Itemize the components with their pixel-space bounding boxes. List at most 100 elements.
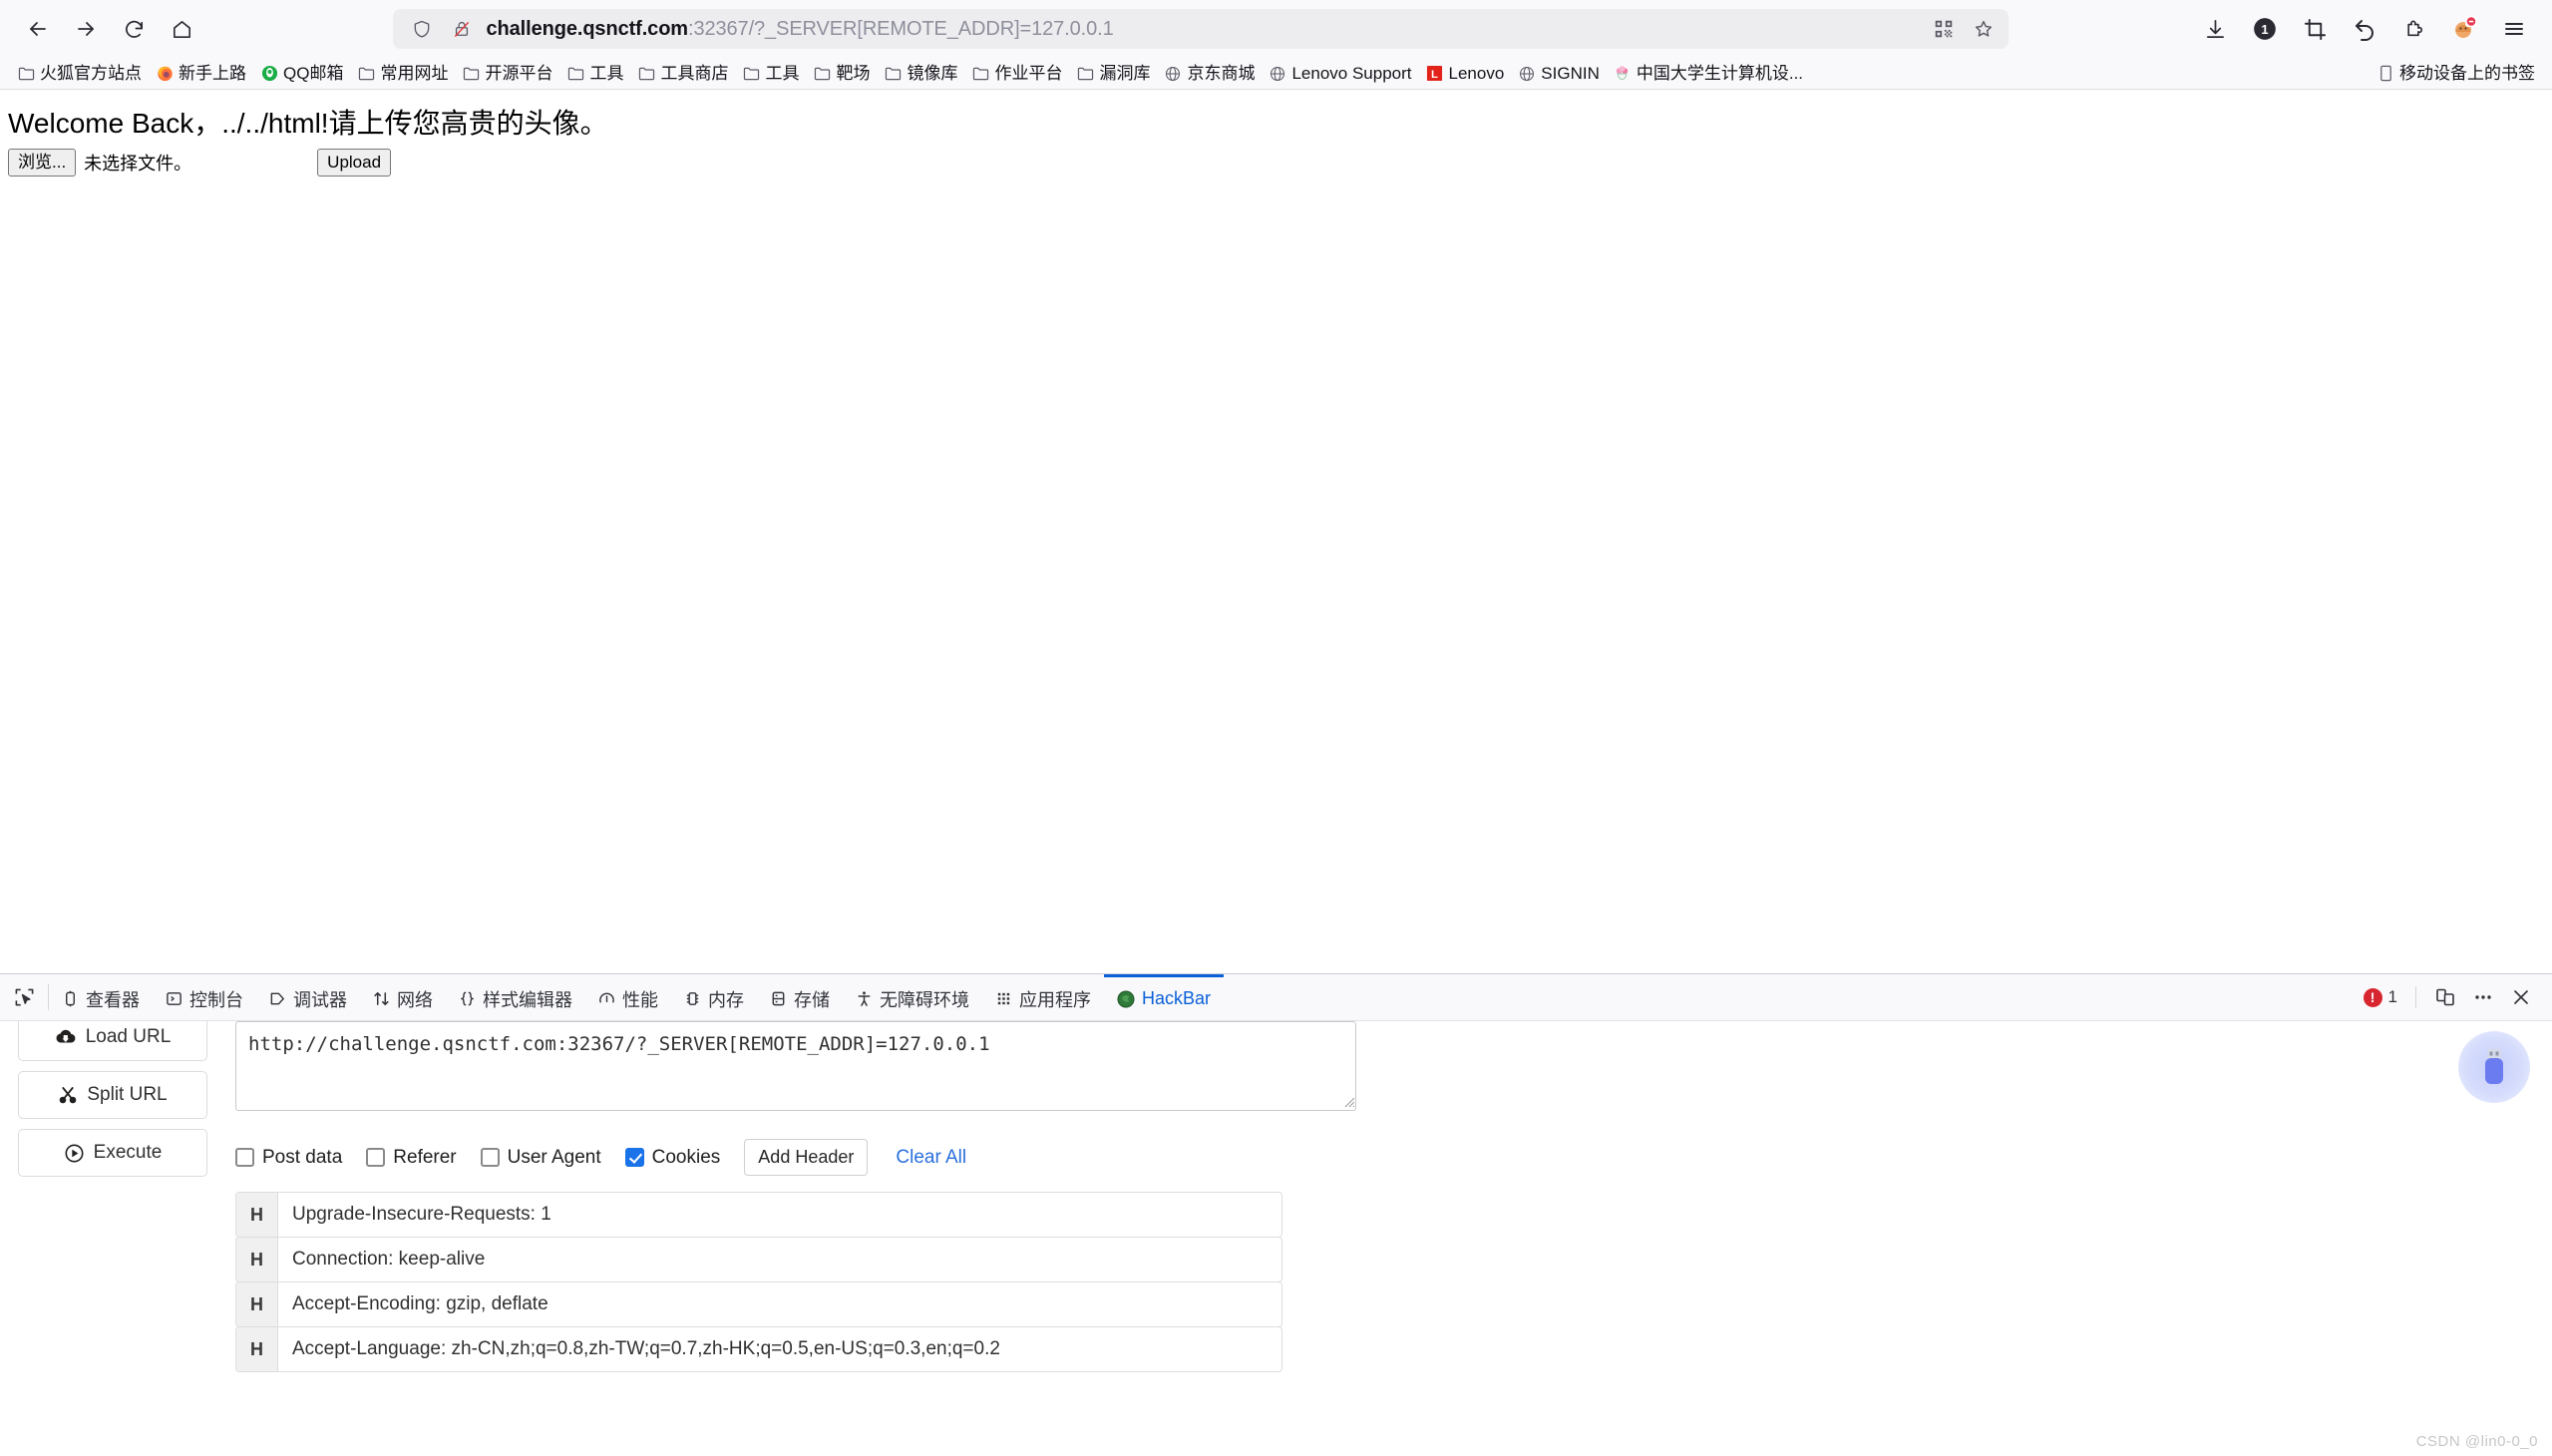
usb-drive-icon[interactable]: [2458, 1031, 2530, 1103]
qr-code-icon[interactable]: [1929, 14, 1959, 44]
close-icon[interactable]: [2504, 980, 2538, 1014]
bookmark-item-zuoyepingtai[interactable]: 作业平台: [964, 61, 1069, 87]
option-referer[interactable]: Referer: [366, 1147, 457, 1169]
bookmark-item-bachang[interactable]: 靶场: [806, 61, 877, 87]
url-textarea[interactable]: [235, 1021, 1356, 1111]
add-header-button[interactable]: Add Header: [744, 1139, 869, 1176]
header-tag-label: H: [236, 1282, 278, 1326]
bookmark-label: SIGNIN: [1541, 64, 1600, 83]
responsive-design-mode-icon[interactable]: [2428, 980, 2462, 1014]
tab-performance[interactable]: 性能: [585, 974, 671, 1020]
file-status-text: 未选择文件。: [84, 154, 192, 175]
bookmark-item-gongjushangdian[interactable]: 工具商店: [630, 61, 735, 87]
header-row[interactable]: H Accept-Language: zh-CN,zh;q=0.8,zh-TW;…: [235, 1326, 1282, 1372]
execute-button[interactable]: Execute: [18, 1129, 207, 1177]
star-icon[interactable]: [1969, 14, 1999, 44]
shield-icon[interactable]: [407, 14, 437, 44]
devtools-tabs: 查看器 控制台 调试器 网络 样式编辑器 性能 内存 存储 无障碍环境 应用程序…: [49, 974, 1225, 1020]
devtools-toolbar: 查看器 控制台 调试器 网络 样式编辑器 性能 内存 存储 无障碍环境 应用程序…: [0, 974, 2552, 1021]
tab-debugger[interactable]: 调试器: [256, 974, 360, 1020]
element-picker-icon[interactable]: [0, 974, 48, 1020]
bookmark-item-lenovo-support[interactable]: Lenovo Support: [1262, 61, 1418, 87]
url-host: challenge.qsnctf.com: [486, 17, 689, 40]
bookmark-label: 火狐官方站点: [40, 64, 142, 83]
header-value[interactable]: Accept-Language: zh-CN,zh;q=0.8,zh-TW;q=…: [278, 1327, 1281, 1371]
tab-memory[interactable]: 内存: [671, 974, 757, 1020]
bookmark-item-gongju-2[interactable]: 工具: [735, 61, 806, 87]
tab-label: 存储: [794, 989, 830, 1010]
bookmark-label: 靶场: [836, 64, 871, 83]
referer-checkbox[interactable]: [366, 1148, 386, 1167]
tab-label: 控制台: [189, 989, 243, 1010]
url-text[interactable]: challenge.qsnctf.com:32367/?_SERVER[REMO…: [487, 18, 1919, 41]
tab-accessibility[interactable]: 无障碍环境: [843, 974, 982, 1020]
screenshot-crop-icon[interactable]: [2291, 5, 2339, 53]
user-agent-checkbox[interactable]: [480, 1148, 500, 1167]
bookmark-item-qqmail[interactable]: QQ邮箱: [253, 61, 350, 87]
tab-label: 无障碍环境: [880, 989, 969, 1010]
accessibility-icon: [856, 990, 873, 1007]
badge-counter-icon[interactable]: 1: [2241, 5, 2289, 53]
cookies-checkbox[interactable]: [624, 1148, 644, 1167]
lenovo-icon: L: [1426, 65, 1444, 83]
devtools-panel: 查看器 控制台 调试器 网络 样式编辑器 性能 内存 存储 无障碍环境 应用程序…: [0, 973, 2552, 1456]
bookmark-label: 工具: [765, 64, 800, 83]
upload-button[interactable]: Upload: [317, 149, 392, 178]
clear-all-link[interactable]: Clear All: [896, 1147, 966, 1169]
bookmark-item-jingxiangku[interactable]: 镜像库: [877, 61, 964, 87]
folder-icon: [742, 65, 760, 83]
tab-style-editor[interactable]: 样式编辑器: [446, 974, 585, 1020]
application-icon: [995, 990, 1012, 1007]
bookmark-item-mobile-bookmarks[interactable]: 移动设备上的书签: [2370, 61, 2542, 87]
bookmark-label: 新手上路: [179, 64, 246, 83]
bookmark-item-changyong[interactable]: 常用网址: [350, 61, 455, 87]
header-value[interactable]: Upgrade-Insecure-Requests: 1: [278, 1193, 1281, 1237]
option-user-agent[interactable]: User Agent: [480, 1147, 601, 1169]
bookmark-item-xinshou[interactable]: 新手上路: [149, 61, 253, 87]
bookmark-item-gongju-1[interactable]: 工具: [559, 61, 630, 87]
reload-icon[interactable]: [110, 5, 158, 53]
header-value[interactable]: Accept-Encoding: gzip, deflate: [278, 1282, 1281, 1326]
bookmark-item-jingdong[interactable]: 京东商城: [1157, 61, 1262, 87]
header-value[interactable]: Connection: keep-alive: [278, 1238, 1281, 1281]
browser-toolbar-right: 1: [2185, 5, 2538, 53]
bookmark-item-signin[interactable]: SIGNIN: [1511, 61, 1607, 87]
forward-arrow-icon[interactable]: [62, 5, 110, 53]
tab-hackbar[interactable]: HackBar: [1104, 974, 1225, 1020]
bookmark-item-zhongguodaxuesheng[interactable]: 中国大学生计算机设...: [1607, 61, 1810, 87]
tab-console[interactable]: 控制台: [153, 974, 256, 1020]
folder-icon: [884, 65, 902, 83]
address-bar[interactable]: challenge.qsnctf.com:32367/?_SERVER[REMO…: [392, 9, 2008, 49]
bookmark-item-kaiyuan[interactable]: 开源平台: [455, 61, 559, 87]
extensions-puzzle-icon[interactable]: [2390, 5, 2438, 53]
browse-file-button[interactable]: 浏览...: [8, 149, 77, 178]
bookmark-item-huohu[interactable]: 火狐官方站点: [10, 61, 149, 87]
option-post-data[interactable]: Post data: [235, 1147, 342, 1169]
app-menu-icon[interactable]: [2490, 5, 2538, 53]
load-url-button[interactable]: Load URL: [18, 1021, 207, 1061]
header-row[interactable]: H Accept-Encoding: gzip, deflate: [235, 1281, 1282, 1327]
more-options-icon[interactable]: [2466, 980, 2500, 1014]
undo-close-tab-icon[interactable]: [2341, 5, 2388, 53]
header-row[interactable]: H Connection: keep-alive: [235, 1237, 1282, 1282]
post-data-checkbox[interactable]: [235, 1148, 254, 1167]
back-arrow-icon[interactable]: [14, 5, 62, 53]
tab-storage[interactable]: 存储: [757, 974, 843, 1020]
error-count-label: 1: [2387, 987, 2397, 1006]
header-row[interactable]: H Upgrade-Insecure-Requests: 1: [235, 1192, 1282, 1238]
header-tag-label: H: [236, 1238, 278, 1281]
split-url-button[interactable]: Split URL: [18, 1071, 207, 1119]
error-count-indicator[interactable]: ! 1: [2363, 987, 2403, 1007]
tab-inspector[interactable]: 查看器: [49, 974, 153, 1020]
option-cookies[interactable]: Cookies: [624, 1147, 720, 1169]
bookmark-item-loudongku[interactable]: 漏洞库: [1069, 61, 1157, 87]
bookmark-item-lenovo[interactable]: L Lenovo: [1419, 61, 1512, 87]
tab-network[interactable]: 网络: [360, 974, 446, 1020]
downloads-icon[interactable]: [2191, 5, 2239, 53]
lock-crossed-icon[interactable]: [447, 14, 477, 44]
account-avatar-icon[interactable]: [2440, 5, 2488, 53]
tab-application[interactable]: 应用程序: [982, 974, 1104, 1020]
hackbar-panel: Load URL Split URL Execute Post data Ref…: [0, 1021, 2552, 1456]
home-icon[interactable]: [158, 5, 205, 53]
folder-icon: [637, 65, 655, 83]
